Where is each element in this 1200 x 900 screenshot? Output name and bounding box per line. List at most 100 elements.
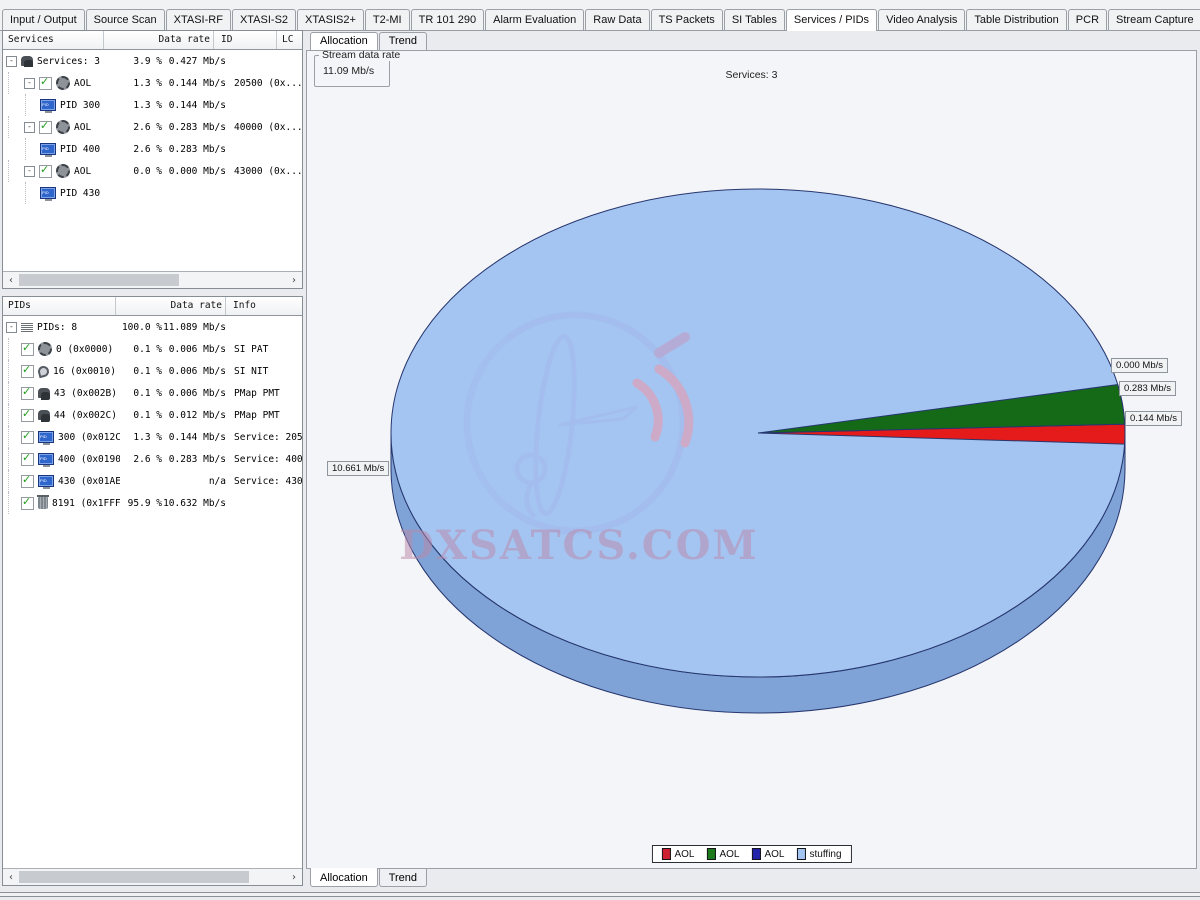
row-info: Service: 40000 ( — [226, 454, 302, 465]
table-row[interactable]: 300 (0x012C) 1.3 % 0.144 Mb/s Service: 2… — [3, 426, 302, 448]
table-row[interactable]: 16 (0x0010) 0.1 % 0.006 Mb/s SI NIT — [3, 360, 302, 382]
table-row[interactable]: - Services: 3 3.9 % 0.427 Mb/s — [3, 50, 302, 72]
expand-toggle[interactable]: - — [24, 78, 35, 89]
row-percent: 0.1 % — [120, 388, 162, 399]
left-column: Services Data rate ID LC - Services: 3 3… — [2, 30, 303, 886]
expand-toggle[interactable]: - — [24, 122, 35, 133]
checkbox[interactable] — [39, 165, 52, 178]
table-row[interactable]: 430 (0x01AE) n/a Service: 43000 ( — [3, 470, 302, 492]
row-percent: 0.1 % — [120, 366, 162, 377]
tab-pcr[interactable]: PCR — [1068, 9, 1107, 30]
tab-trend-bottom[interactable]: Trend — [379, 869, 427, 887]
services-table-header: Services Data rate ID LC — [3, 31, 302, 50]
tree-indent — [8, 426, 21, 448]
tab-xtasis2plus[interactable]: XTASIS2+ — [297, 9, 364, 30]
slice-label-aol-144: 0.144 Mb/s — [1125, 411, 1182, 426]
table-row[interactable]: PID 300 1.3 % 0.144 Mb/s — [3, 94, 302, 116]
tab-ts-packets[interactable]: TS Packets — [651, 9, 723, 30]
monitor-icon — [38, 475, 54, 487]
column-header-lc[interactable]: LC — [277, 31, 302, 49]
monitor-icon — [40, 143, 56, 155]
scroll-right-icon[interactable]: › — [286, 872, 302, 883]
services-panel: Services Data rate ID LC - Services: 3 3… — [2, 30, 303, 289]
pids-horizontal-scrollbar[interactable]: ‹ › — [3, 868, 302, 885]
tab-allocation-bottom[interactable]: Allocation — [310, 868, 378, 887]
scrollbar-track[interactable] — [19, 870, 286, 884]
tab-video-analysis[interactable]: Video Analysis — [878, 9, 965, 30]
column-header-data-rate[interactable]: Data rate — [104, 31, 214, 49]
table-row[interactable]: 400 (0x0190) 2.6 % 0.283 Mb/s Service: 4… — [3, 448, 302, 470]
table-row[interactable]: - AOL 0.0 % 0.000 Mb/s 43000 (0x... — [3, 160, 302, 182]
tab-t2-mi[interactable]: T2-MI — [365, 9, 410, 30]
checkbox[interactable] — [21, 387, 34, 400]
main-tab-bar: Input / Output Source Scan XTASI-RF XTAS… — [0, 0, 1200, 31]
scroll-right-icon[interactable]: › — [286, 275, 302, 286]
table-row[interactable]: 0 (0x0000) 0.1 % 0.006 Mb/s SI PAT — [3, 338, 302, 360]
checkbox[interactable] — [21, 475, 34, 488]
checkbox[interactable] — [21, 431, 34, 444]
tab-raw-data[interactable]: Raw Data — [585, 9, 649, 30]
checkbox[interactable] — [21, 453, 34, 466]
column-header-info[interactable]: Info — [226, 297, 302, 315]
table-row[interactable]: 44 (0x002C) 0.1 % 0.012 Mb/s PMap PMT — [3, 404, 302, 426]
expand-toggle[interactable]: - — [24, 166, 35, 177]
table-row[interactable]: - PIDs: 8 100.0 % 11.089 Mb/s — [3, 316, 302, 338]
tab-source-scan[interactable]: Source Scan — [86, 9, 165, 30]
scroll-left-icon[interactable]: ‹ — [3, 872, 19, 883]
tab-trend-top[interactable]: Trend — [379, 32, 427, 50]
slice-label-aol-0: 0.000 Mb/s — [1111, 358, 1168, 373]
tab-si-tables[interactable]: SI Tables — [724, 9, 785, 30]
window-bottom-edge — [0, 892, 1200, 897]
checkbox[interactable] — [21, 409, 34, 422]
services-horizontal-scrollbar[interactable]: ‹ › — [3, 271, 302, 288]
row-info: Service: 43000 ( — [226, 476, 302, 487]
tab-stream-capture[interactable]: Stream Capture — [1108, 9, 1200, 30]
tab-allocation-top[interactable]: Allocation — [310, 32, 378, 51]
row-rate: n/a — [162, 476, 226, 487]
scroll-left-icon[interactable]: ‹ — [3, 275, 19, 286]
tree-indent — [25, 182, 40, 204]
expand-toggle[interactable]: - — [6, 56, 17, 67]
tree-indent — [8, 72, 21, 94]
column-header-id[interactable]: ID — [214, 31, 277, 49]
table-row[interactable]: - AOL 1.3 % 0.144 Mb/s 20500 (0x... — [3, 72, 302, 94]
tab-table-distribution[interactable]: Table Distribution — [966, 9, 1066, 30]
scrollbar-thumb[interactable] — [19, 274, 179, 286]
row-percent: 1.3 % — [120, 432, 162, 443]
table-row[interactable]: - AOL 2.6 % 0.283 Mb/s 40000 (0x... — [3, 116, 302, 138]
row-percent: 0.1 % — [120, 344, 162, 355]
gear-icon — [38, 342, 52, 356]
table-row[interactable]: 8191 (0x1FFF) 95.9 % 10.632 Mb/s — [3, 492, 302, 514]
checkbox[interactable] — [39, 77, 52, 90]
scrollbar-thumb[interactable] — [19, 871, 249, 883]
scrollbar-track[interactable] — [19, 273, 286, 287]
checkbox[interactable] — [39, 121, 52, 134]
table-row[interactable]: 43 (0x002B) 0.1 % 0.006 Mb/s PMap PMT — [3, 382, 302, 404]
column-header-pids[interactable]: PIDs — [3, 297, 116, 315]
table-row[interactable]: PID 400 2.6 % 0.283 Mb/s — [3, 138, 302, 160]
gear-icon — [56, 164, 70, 178]
tree-indent — [25, 138, 40, 160]
column-header-services[interactable]: Services — [3, 31, 104, 49]
tab-xtasi-s2[interactable]: XTASI-S2 — [232, 9, 296, 30]
row-percent: 1.3 % — [120, 100, 162, 111]
tree-indent — [8, 404, 21, 426]
pids-tree: - PIDs: 8 100.0 % 11.089 Mb/s 0 (0x0000) — [3, 316, 302, 514]
column-header-data-rate[interactable]: Data rate — [116, 297, 226, 315]
checkbox[interactable] — [21, 365, 34, 378]
tree-indent — [25, 94, 40, 116]
tab-tr-101-290[interactable]: TR 101 290 — [411, 9, 484, 30]
row-rate: 0.012 Mb/s — [162, 410, 226, 421]
table-row[interactable]: PID 430 — [3, 182, 302, 204]
checkbox[interactable] — [21, 343, 34, 356]
expand-toggle[interactable]: - — [6, 322, 17, 333]
tab-xtasi-rf[interactable]: XTASI-RF — [166, 9, 231, 30]
tab-input-output[interactable]: Input / Output — [2, 9, 85, 30]
tree-indent — [8, 382, 21, 404]
gear-icon — [56, 120, 70, 134]
checkbox[interactable] — [21, 497, 34, 510]
monitor-icon — [40, 187, 56, 199]
tab-alarm-evaluation[interactable]: Alarm Evaluation — [485, 9, 584, 30]
row-label: PID 430 — [60, 188, 100, 199]
row-rate: 0.283 Mb/s — [162, 122, 226, 133]
